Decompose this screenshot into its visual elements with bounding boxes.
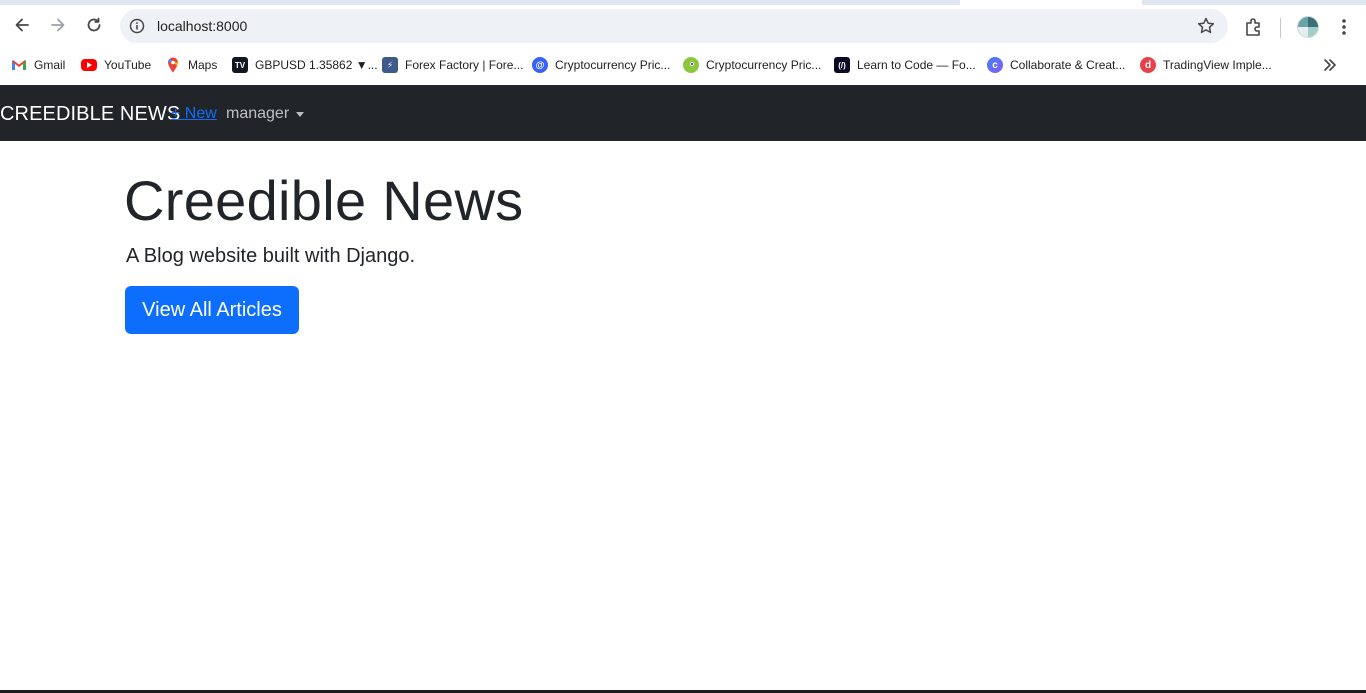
bookmark-coinmarketcap[interactable]: @ Cryptocurrency Pric... xyxy=(532,55,670,75)
freecodecamp-icon: (/) xyxy=(834,57,850,73)
bookmark-gmail[interactable]: Gmail xyxy=(11,55,65,75)
site-navbar: CREEDIBLE NEWS + New manager xyxy=(0,85,1366,141)
caret-down-icon xyxy=(296,111,305,117)
user-dropdown[interactable]: manager xyxy=(226,104,305,124)
bookmark-gbpusd[interactable]: TV GBPUSD 1.35862 ▼... xyxy=(232,55,378,75)
forex-factory-icon: ⚡ xyxy=(382,57,398,73)
view-all-articles-button[interactable]: View All Articles xyxy=(125,286,299,334)
tradingview-icon: TV xyxy=(232,57,248,73)
bookmark-maps[interactable]: Maps xyxy=(165,55,217,75)
bookmarks-bar: Gmail YouTube Maps TV GBPUSD 1.35862 ▼..… xyxy=(0,46,1366,84)
youtube-icon xyxy=(81,59,97,71)
puzzle-icon[interactable] xyxy=(1243,16,1265,38)
toolbar-divider xyxy=(1280,18,1281,38)
browser-toolbar: localhost:8000 xyxy=(0,5,1366,46)
page-title: Creedible News xyxy=(124,169,524,232)
maps-icon xyxy=(165,57,181,73)
address-bar[interactable]: localhost:8000 xyxy=(120,9,1228,43)
bookmark-forex-factory[interactable]: ⚡ Forex Factory | Fore... xyxy=(382,55,523,75)
bookmark-tradingview-impl[interactable]: d TradingView Imple... xyxy=(1140,55,1272,75)
avatar[interactable] xyxy=(1297,16,1319,38)
kebab-menu-icon[interactable] xyxy=(1334,16,1354,38)
bookmark-youtube[interactable]: YouTube xyxy=(81,55,151,75)
back-arrow-icon[interactable] xyxy=(8,11,36,39)
chevron-double-right-icon[interactable] xyxy=(1321,56,1339,74)
bookmark-coingecko[interactable]: Cryptocurrency Pric... xyxy=(683,55,821,75)
user-dropdown-label: manager xyxy=(226,105,290,122)
page-lead: A Blog website built with Django. xyxy=(126,245,416,267)
gmail-icon xyxy=(11,57,27,73)
url-text[interactable]: localhost:8000 xyxy=(157,17,247,35)
new-article-link[interactable]: + New xyxy=(171,104,217,124)
star-icon[interactable] xyxy=(1196,16,1216,36)
bookmark-collaborate[interactable]: c Collaborate & Creat... xyxy=(987,55,1125,75)
coinmarketcap-icon: @ xyxy=(532,57,548,73)
navbar-brand[interactable]: CREEDIBLE NEWS xyxy=(0,102,180,126)
collab-icon: c xyxy=(987,57,1003,73)
forward-arrow-icon[interactable] xyxy=(44,11,72,39)
reload-icon[interactable] xyxy=(80,11,108,39)
info-icon[interactable] xyxy=(128,17,146,35)
bookmark-freecodecamp[interactable]: (/) Learn to Code — Fo... xyxy=(834,55,976,75)
coingecko-icon xyxy=(683,57,699,73)
tradingview-impl-icon: d xyxy=(1140,57,1156,73)
